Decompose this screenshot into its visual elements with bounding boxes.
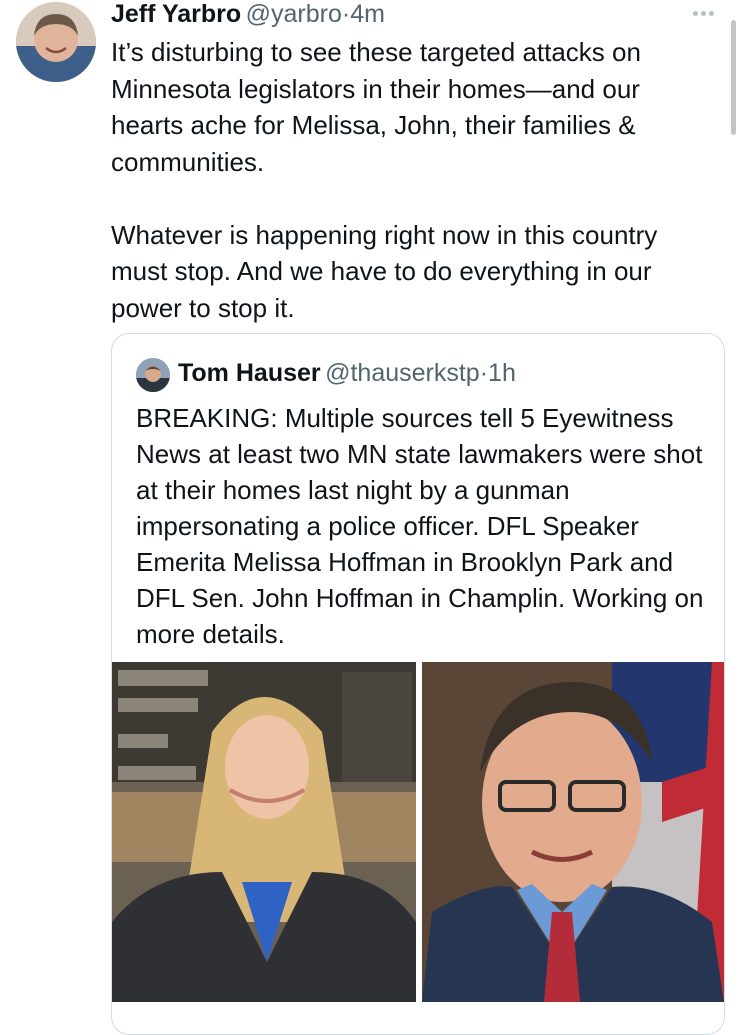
tweet-text: It’s disturbing to see these targeted at…	[111, 34, 711, 326]
quoted-author-avatar[interactable]	[136, 358, 170, 392]
author-name[interactable]: Jeff Yarbro	[111, 0, 241, 28]
quoted-photo-1[interactable]	[112, 662, 416, 1002]
tweet-paragraph: Whatever is happening right now in this …	[111, 219, 658, 323]
quoted-author-name[interactable]: Tom Hauser	[178, 359, 321, 387]
more-options-icon[interactable]	[693, 6, 721, 20]
separator-dot: ·	[341, 0, 351, 28]
separator-dot: ·	[479, 359, 489, 387]
quoted-photo-2[interactable]	[422, 662, 724, 1002]
quoted-timestamp[interactable]: 1h	[488, 359, 516, 387]
quoted-tweet-text: BREAKING: Multiple sources tell 5 Eyewit…	[136, 403, 704, 649]
author-handle[interactable]: @yarbro	[246, 0, 342, 28]
author-avatar[interactable]	[16, 2, 96, 82]
quoted-author-handle[interactable]: @thauserkstp	[325, 359, 480, 387]
timestamp[interactable]: 4m	[350, 0, 385, 28]
scrollbar[interactable]	[731, 20, 736, 135]
quoted-tweet-header: Tom Hauser @thauserkstp·1h	[178, 359, 516, 388]
tweet-paragraph: It’s disturbing to see these targeted at…	[111, 37, 641, 177]
tweet-header: Jeff Yarbro @yarbro·4m	[111, 0, 385, 30]
quoted-tweet-card[interactable]: Tom Hauser @thauserkstp·1h BREAKING: Mul…	[111, 333, 725, 1035]
